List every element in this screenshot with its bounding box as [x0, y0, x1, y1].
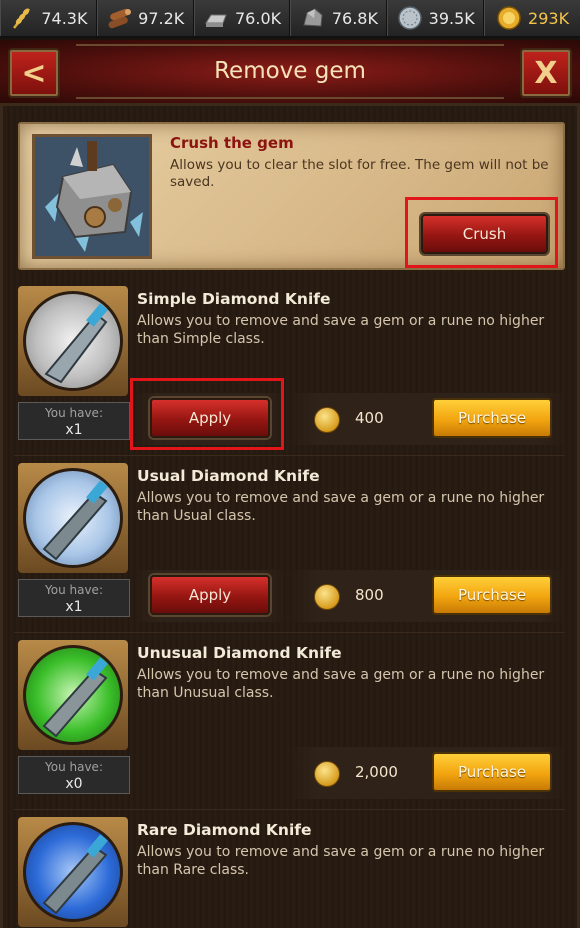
price-value: 800 — [355, 586, 384, 604]
owned-label: You have: — [45, 583, 103, 597]
resource-wood: 97.2K — [96, 0, 194, 36]
list-item-rare-knife: Rare Diamond Knife Allows you to remove … — [14, 817, 565, 928]
item-frame — [18, 463, 128, 573]
owned-count-box: You have: x1 — [18, 579, 130, 617]
price-panel: 800 Purchase — [289, 570, 565, 622]
resource-bar: 74.3K 97.2K 76.0K 76.8K 39.5K 293K — [0, 0, 580, 38]
owned-value: x0 — [65, 776, 83, 792]
hammer-icon — [35, 137, 149, 256]
resource-wood-value: 97.2K — [138, 8, 185, 28]
page-title: Remove gem — [214, 58, 366, 84]
gold-coin-icon — [497, 6, 521, 30]
iron-ingot-icon — [205, 14, 227, 27]
resource-iron: 76.0K — [193, 0, 291, 36]
item-title: Unusual Diamond Knife — [137, 644, 342, 662]
crush-hammer-image — [32, 134, 152, 259]
price-value: 2,000 — [355, 763, 398, 781]
knife-image — [23, 822, 123, 922]
resource-wheat: 74.3K — [0, 0, 97, 36]
knife-image — [23, 291, 123, 391]
price-panel: 2,000 Purchase — [289, 747, 565, 799]
silver-coin-icon — [397, 6, 422, 30]
diamond-knife-icon — [42, 480, 108, 561]
resource-gold-value: 293K — [528, 8, 570, 28]
owned-label: You have: — [45, 760, 103, 774]
wood-logs-icon — [108, 8, 132, 29]
resource-wheat-value: 74.3K — [41, 8, 88, 28]
close-button[interactable]: X — [520, 48, 572, 98]
knife-image — [23, 468, 123, 568]
gold-coin-icon — [314, 407, 340, 433]
item-description: Allows you to remove and save a gem or a… — [137, 667, 545, 701]
item-title: Simple Diamond Knife — [137, 290, 331, 308]
list-item-simple-knife: You have: x1 Simple Diamond Knife Allows… — [14, 286, 565, 456]
item-title: Rare Diamond Knife — [137, 821, 312, 839]
resource-silver-value: 39.5K — [428, 8, 475, 28]
list-item-usual-knife: You have: x1 Usual Diamond Knife Allows … — [14, 463, 565, 633]
price-panel: 400 Purchase — [289, 393, 565, 445]
highlight-crush-box — [405, 197, 558, 268]
stone-icon — [303, 8, 323, 27]
item-description: Allows you to remove and save a gem or a… — [137, 490, 545, 524]
crush-description: Allows you to clear the slot for free. T… — [170, 157, 549, 190]
owned-value: x1 — [65, 599, 83, 615]
header-bar: < Remove gem X — [0, 40, 580, 106]
list-item-unusual-knife: You have: x0 Unusual Diamond Knife Allow… — [14, 640, 565, 810]
apply-button[interactable]: Apply — [150, 575, 270, 615]
resource-stone: 76.8K — [290, 0, 388, 36]
owned-value: x1 — [65, 422, 83, 438]
apply-button-frame: Apply — [134, 570, 286, 622]
purchase-button[interactable]: Purchase — [432, 575, 552, 615]
crush-title: Crush the gem — [170, 134, 294, 152]
price-value: 400 — [355, 409, 384, 427]
knife-image — [23, 645, 123, 745]
diamond-knife-icon — [44, 303, 108, 384]
resource-gold: 293K — [484, 0, 580, 36]
item-description: Allows you to remove and save a gem or a… — [137, 313, 545, 347]
resource-silver: 39.5K — [387, 0, 485, 36]
item-title: Usual Diamond Knife — [137, 467, 320, 485]
purchase-button[interactable]: Purchase — [432, 398, 552, 438]
purchase-button[interactable]: Purchase — [432, 752, 552, 792]
resource-iron-value: 76.0K — [235, 8, 282, 28]
item-frame — [18, 817, 128, 927]
highlight-apply-box — [130, 378, 284, 450]
owned-count-box: You have: x1 — [18, 402, 130, 440]
owned-label: You have: — [45, 406, 103, 420]
gold-coin-icon — [314, 584, 340, 610]
gold-coin-icon — [314, 761, 340, 787]
resource-stone-value: 76.8K — [331, 8, 378, 28]
close-icon: X — [534, 55, 558, 91]
item-description: Allows you to remove and save a gem or a… — [137, 844, 545, 878]
item-frame — [18, 286, 128, 396]
diamond-knife-icon — [42, 834, 108, 915]
owned-count-box: You have: x0 — [18, 756, 130, 794]
wheat-icon — [13, 8, 31, 29]
item-frame — [18, 640, 128, 750]
diamond-knife-icon — [42, 657, 108, 738]
